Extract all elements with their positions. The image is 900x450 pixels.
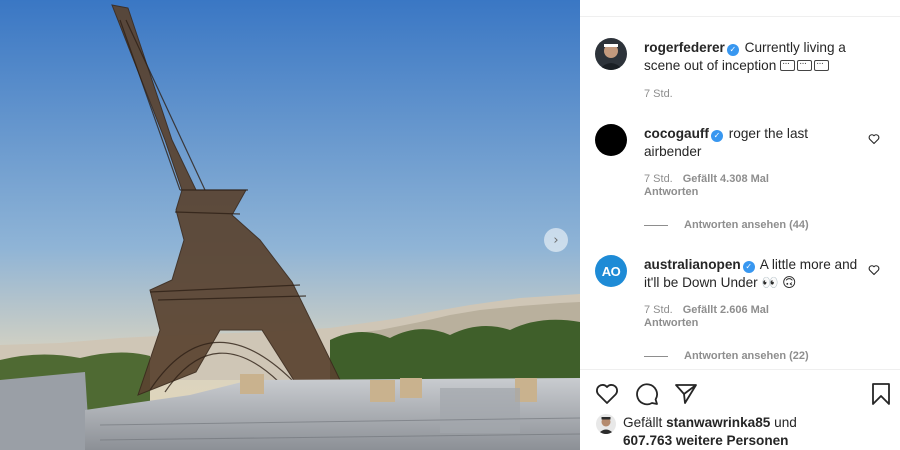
reply-button[interactable]: Antworten: [644, 317, 769, 330]
avatar[interactable]: [595, 38, 627, 70]
verified-badge-icon: ✓: [726, 44, 739, 56]
caption-username[interactable]: rogerfederer: [644, 40, 725, 55]
speech-bubble-emoji: [814, 55, 830, 73]
likes-prefix: Gefällt: [623, 415, 663, 430]
comment-meta: 7 Std. Gefällt 4.308 Mal Antworten: [644, 173, 769, 199]
comment-username[interactable]: australianopen: [644, 257, 741, 272]
verified-badge-icon: ✓: [742, 261, 755, 273]
avatar[interactable]: AO: [595, 255, 627, 287]
post-caption: rogerfederer ✓ Currently living a scene o…: [644, 39, 859, 75]
view-replies-label: Antworten ansehen (44): [684, 219, 809, 231]
speech-bubble-emoji: [797, 55, 813, 73]
view-replies-button[interactable]: Antworten ansehen (22): [644, 350, 809, 362]
divider: [580, 369, 900, 370]
divider: [580, 16, 900, 17]
view-replies-label: Antworten ansehen (22): [684, 350, 809, 362]
view-replies-button[interactable]: Antworten ansehen (44): [644, 219, 809, 231]
heart-icon[interactable]: [868, 133, 880, 145]
paper-plane-icon[interactable]: [674, 382, 698, 406]
divider: [644, 355, 668, 357]
user-photo: [598, 417, 614, 434]
likes-summary: Gefällt stanwawrinka85 und 607.763 weite…: [623, 414, 873, 450]
comment-likes[interactable]: Gefällt 2.606 Mal: [683, 304, 769, 316]
caption-timestamp[interactable]: 7 Std.: [644, 88, 673, 101]
comment-bubble-icon[interactable]: [635, 382, 659, 406]
verified-badge-icon: ✓: [710, 130, 723, 142]
user-photo: [599, 44, 623, 70]
speech-bubble-emoji: [780, 55, 796, 73]
liker-username[interactable]: stanwawrinka85: [666, 415, 770, 430]
likes-middle: und: [774, 415, 797, 430]
comment-timestamp[interactable]: 7 Std.: [644, 173, 673, 185]
liker-avatar[interactable]: [596, 414, 616, 434]
heart-icon[interactable]: [595, 382, 619, 406]
comment-text: cocogauff ✓ roger the last airbender: [644, 125, 859, 161]
avatar[interactable]: [595, 124, 627, 156]
comments-panel: rogerfederer ✓ Currently living a scene o…: [580, 0, 900, 450]
divider: [644, 224, 668, 226]
reply-button[interactable]: Antworten: [644, 186, 769, 199]
post-photo[interactable]: ›: [0, 0, 580, 450]
comment-likes[interactable]: Gefällt 4.308 Mal: [683, 173, 769, 185]
ao-logo: AO: [601, 263, 621, 279]
bookmark-icon[interactable]: [869, 382, 893, 406]
eiffel-tower-image: [0, 0, 580, 450]
likes-count[interactable]: 607.763 weitere Personen: [623, 433, 789, 448]
heart-icon[interactable]: [868, 264, 880, 276]
comment-emoji: 👀 🙃: [761, 275, 797, 290]
comment-text: australianopen ✓ A little more and it'll …: [644, 256, 859, 292]
next-photo-button[interactable]: ›: [544, 228, 568, 252]
comment-meta: 7 Std. Gefällt 2.606 Mal Antworten: [644, 304, 769, 330]
comment-username[interactable]: cocogauff: [644, 126, 709, 141]
chevron-right-icon: ›: [553, 232, 559, 248]
comment-timestamp[interactable]: 7 Std.: [644, 304, 673, 316]
